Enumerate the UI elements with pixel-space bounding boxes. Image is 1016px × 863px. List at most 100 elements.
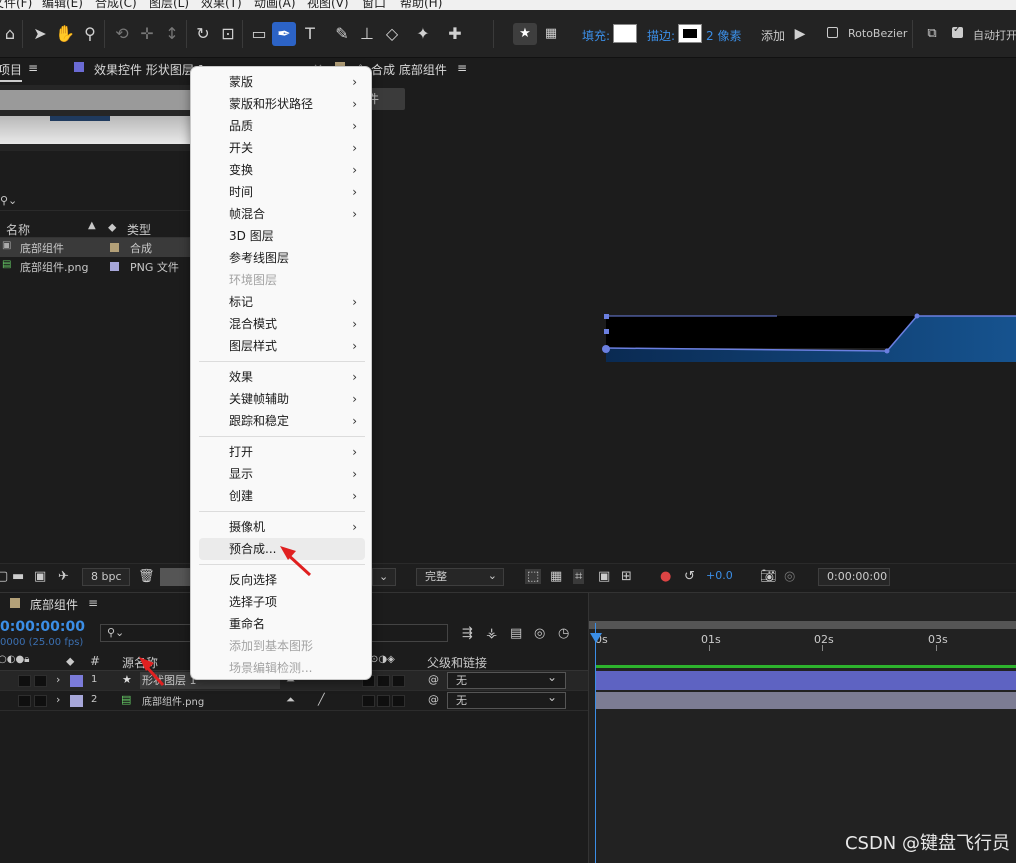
show-snapshot-icon[interactable]: ◎ — [784, 569, 795, 584]
composition-flowchart-icon[interactable]: ⇶ — [462, 626, 473, 641]
eraser-tool-icon[interactable]: ◇ — [382, 24, 402, 44]
folder-icon[interactable]: ▬ — [12, 569, 24, 584]
context-menu-item[interactable]: 创建 › — [199, 485, 365, 507]
stroke-width-value[interactable]: 2 像素 — [706, 27, 741, 44]
menu-animation[interactable]: 动画(A) — [254, 0, 296, 10]
pick-whip-icon[interactable]: @ — [428, 673, 439, 686]
column-source-name[interactable]: 源名称 — [122, 654, 158, 671]
panel-menu-icon[interactable]: ≡ — [457, 61, 467, 75]
work-area-bar[interactable] — [589, 621, 1016, 629]
menu-composition[interactable]: 合成(C) — [95, 0, 137, 10]
tab-project[interactable]: 项目 — [0, 61, 23, 82]
layer-color-label[interactable] — [70, 695, 83, 707]
context-menu-item[interactable]: 摄像机 › — [199, 516, 365, 538]
panel-icon[interactable]: ⧉ — [922, 24, 942, 44]
trash-icon[interactable]: 🗑︎ — [138, 569, 155, 584]
video-switch[interactable] — [18, 675, 31, 687]
stroke-color-swatch[interactable] — [678, 24, 702, 43]
rectangle-tool-icon[interactable]: ▭ — [249, 24, 269, 44]
shy-layers-icon[interactable]: ▤ — [510, 626, 522, 641]
tab-effect-controls[interactable]: 效果控件 形状图层 1 — [94, 61, 205, 78]
hand-tool-icon[interactable]: ✋ — [55, 24, 75, 44]
panel-menu-icon[interactable]: ≡ — [28, 61, 38, 75]
context-menu-item[interactable]: 打开 › — [199, 441, 365, 463]
mask-visibility-icon[interactable]: ⌗ — [573, 569, 585, 584]
dolly-camera-icon[interactable]: ↕ — [162, 24, 182, 44]
frame-blending-icon[interactable]: ◎ — [534, 626, 545, 641]
menu-effect[interactable]: 效果(T) — [201, 0, 242, 10]
context-menu-item[interactable]: 3D 图层 — [199, 225, 365, 247]
transparency-grid-icon[interactable]: ▦ — [550, 569, 562, 584]
shy-switch-icon[interactable]: ⏶ — [286, 693, 295, 707]
clone-stamp-icon[interactable]: ⊥ — [357, 24, 377, 44]
solo-switch[interactable] — [34, 675, 47, 687]
timeline-timecode[interactable]: 0:00:00:00 — [0, 619, 85, 635]
rotate-tool-icon[interactable]: ↻ — [193, 24, 213, 44]
tab-timeline[interactable]: 底部组件 — [30, 596, 78, 613]
playhead-handle[interactable] — [590, 633, 602, 643]
grid-icon[interactable]: ⊞ — [621, 569, 632, 584]
context-menu-item[interactable]: 品质 › — [199, 115, 365, 137]
adjustment-switch[interactable] — [377, 695, 390, 707]
guides-icon[interactable]: ▣ — [598, 569, 610, 584]
context-menu-item[interactable]: 图层样式 › — [199, 335, 365, 357]
context-menu-item[interactable]: 效果 › — [199, 366, 365, 388]
pin-icon[interactable]: ✈ — [58, 569, 69, 584]
orbit-camera-icon[interactable]: ⟲ — [112, 24, 132, 44]
layer-bar[interactable] — [595, 671, 1016, 690]
effect-switch[interactable] — [362, 695, 375, 707]
exposure-value[interactable]: +0.0 — [706, 569, 733, 582]
home-icon[interactable]: ⌂ — [0, 24, 20, 44]
project-search-input[interactable]: ⚲⌄ — [0, 193, 190, 211]
context-menu-item[interactable]: 帧混合 › — [199, 203, 365, 225]
menu-view[interactable]: 视图(V) — [307, 0, 349, 10]
3d-switch[interactable] — [392, 675, 405, 687]
context-menu-item[interactable]: 变换 › — [199, 159, 365, 181]
chevron-right-icon[interactable]: › — [56, 693, 60, 706]
timeline-tracks[interactable]: 0s 01s 02s 03s — [588, 593, 1016, 863]
resolution-dropdown[interactable]: 完整 ⌄ — [416, 568, 504, 586]
chevron-right-icon[interactable]: › — [56, 673, 60, 686]
sort-up-icon[interactable]: ▲ — [88, 220, 96, 231]
stroke-label[interactable]: 描边: — [647, 27, 675, 44]
project-item[interactable]: ▣ 底部组件 合成 — [0, 238, 190, 257]
roto-brush-icon[interactable]: ✦ — [413, 24, 433, 44]
parent-dropdown[interactable]: 无 — [447, 690, 566, 709]
menu-layer[interactable]: 图层(L) — [149, 0, 189, 10]
render-icon[interactable]: ▣ — [34, 569, 46, 584]
snapshot-icon[interactable]: ▢ — [0, 569, 8, 584]
magnification-dropdown[interactable]: ⌄ — [372, 568, 396, 586]
layer-bar[interactable] — [595, 692, 1016, 709]
selection-tool-icon[interactable]: ➤ — [30, 24, 50, 44]
draft-3d-icon[interactable]: ⚶ — [486, 626, 497, 641]
column-type[interactable]: 类型 — [127, 221, 151, 238]
quality-switch-icon[interactable]: ╱ — [318, 693, 325, 706]
auto-open-checkbox[interactable] — [952, 24, 963, 38]
menu-help[interactable]: 帮助(H) — [400, 0, 442, 10]
video-switch[interactable] — [18, 695, 31, 707]
tab-composition[interactable]: 合成 底部组件 — [371, 61, 447, 78]
context-menu-item[interactable]: 关键帧辅助 › — [199, 388, 365, 410]
project-item[interactable]: ▤ 底部组件.png PNG 文件 — [0, 257, 190, 276]
context-menu-item[interactable]: 显示 › — [199, 463, 365, 485]
checker-icon[interactable]: ▦ — [541, 24, 561, 44]
current-time-display[interactable]: 0:00:00:00 — [818, 568, 890, 586]
column-name[interactable]: 名称 — [6, 221, 30, 238]
context-menu-item[interactable]: 重命名 — [199, 613, 365, 635]
puppet-pin-icon[interactable]: ✚ — [445, 24, 465, 44]
rotobezier-checkbox[interactable] — [827, 27, 838, 38]
context-menu-item[interactable]: 选择子项 — [199, 591, 365, 613]
context-menu-item[interactable]: 跟踪和稳定 › — [199, 410, 365, 432]
playhead[interactable] — [595, 623, 596, 863]
pick-whip-icon[interactable]: @ — [428, 693, 439, 706]
context-menu-item[interactable]: 预合成... — [199, 538, 365, 560]
pan-camera-icon[interactable]: ✛ — [137, 24, 157, 44]
menu-window[interactable]: 窗口 — [362, 0, 386, 10]
panel-menu-icon[interactable]: ≡ — [88, 596, 98, 610]
context-menu-item[interactable]: 蒙版和形状路径 › — [199, 93, 365, 115]
fill-color-swatch[interactable] — [613, 24, 637, 43]
region-of-interest-icon[interactable]: ⬚ — [525, 569, 542, 584]
bpc-button[interactable]: 8 bpc — [82, 568, 130, 586]
shape-layer-preview[interactable] — [597, 308, 1016, 368]
type-tool-icon[interactable]: T — [300, 24, 320, 44]
